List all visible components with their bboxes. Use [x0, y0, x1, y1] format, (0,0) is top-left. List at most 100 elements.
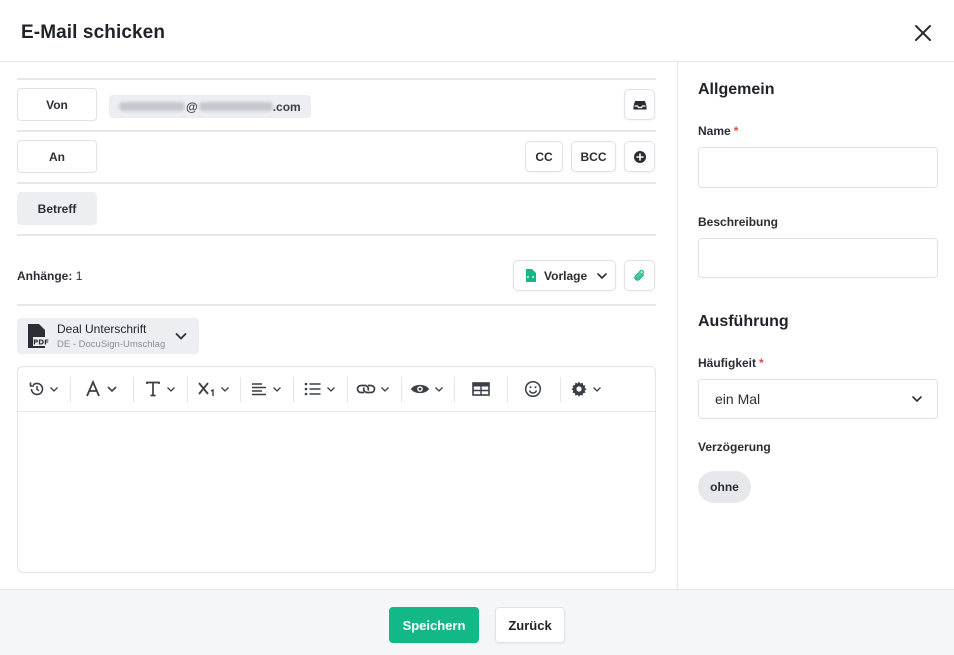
- align-menu[interactable]: [251, 376, 282, 402]
- chevron-down-icon: [593, 387, 601, 392]
- modal-header: E-Mail schicken: [0, 0, 954, 62]
- execution-section-title: Ausführung: [698, 313, 789, 330]
- divider: [17, 78, 656, 80]
- modal-title: E-Mail schicken: [21, 22, 166, 43]
- description-label: Beschreibung: [698, 215, 779, 229]
- attach-file-button[interactable]: [624, 260, 655, 291]
- font-color-icon: [86, 380, 100, 397]
- subscript-menu[interactable]: [197, 376, 230, 402]
- settings-icon: [571, 381, 587, 397]
- email-editor: [17, 366, 656, 573]
- attachments-label: Anhänge: 1: [17, 269, 82, 283]
- chevron-down-icon[interactable]: [174, 329, 188, 343]
- link-menu[interactable]: [356, 376, 390, 402]
- chevron-down-icon: [273, 387, 281, 392]
- list-icon: [304, 382, 321, 396]
- plus-circle-icon: [633, 150, 646, 163]
- from-button[interactable]: Von: [17, 88, 97, 121]
- add-recipient-button[interactable]: [624, 141, 655, 172]
- text-style-icon: [146, 381, 160, 397]
- toolbar-separator: [187, 377, 188, 402]
- delay-pill[interactable]: ohne: [698, 471, 751, 503]
- close-button[interactable]: [910, 20, 936, 46]
- chevron-down-icon: [912, 396, 922, 403]
- toolbar-separator: [401, 377, 402, 402]
- description-input[interactable]: [698, 238, 938, 278]
- template-label: Vorlage: [544, 268, 588, 283]
- toolbar-separator: [293, 377, 294, 402]
- modal-footer: Speichern Zurück: [0, 589, 954, 655]
- table-button[interactable]: [472, 376, 490, 402]
- attachment-subtitle: DE - DocuSign-Umschlag: [57, 339, 166, 350]
- to-button[interactable]: An: [17, 140, 97, 173]
- table-icon: [472, 382, 490, 396]
- frequency-label-text: Häufigkeit: [698, 356, 757, 370]
- frequency-select[interactable]: ein Mal: [698, 379, 938, 419]
- attachment-name: Deal Unterschrift: [57, 322, 147, 336]
- subject-button[interactable]: Betreff: [17, 192, 97, 225]
- frequency-label: Häufigkeit *: [698, 356, 764, 370]
- history-menu[interactable]: [28, 376, 59, 402]
- link-icon: [356, 384, 376, 394]
- preview-menu[interactable]: [410, 376, 444, 402]
- chevron-down-icon: [50, 387, 58, 392]
- font-color-menu[interactable]: [84, 376, 118, 402]
- toolbar-separator: [70, 377, 71, 402]
- toolbar-separator: [560, 377, 561, 402]
- template-file-icon: [526, 269, 536, 282]
- cc-button[interactable]: CC: [525, 141, 563, 172]
- name-label-text: Name: [698, 124, 731, 138]
- back-button[interactable]: Zurück: [495, 607, 565, 643]
- text-style-menu[interactable]: [144, 376, 176, 402]
- attachments-count: 1: [75, 269, 83, 283]
- template-dropdown-button[interactable]: Vorlage: [513, 260, 616, 291]
- chevron-down-icon: [221, 387, 229, 392]
- close-icon: [915, 25, 931, 41]
- save-button[interactable]: Speichern: [389, 607, 479, 643]
- chevron-down-icon: [107, 386, 117, 393]
- attachments-label-text: Anhänge:: [17, 269, 73, 283]
- preview-icon: [411, 384, 429, 394]
- pdf-file-icon: PDF: [28, 324, 49, 348]
- name-input[interactable]: [698, 147, 938, 188]
- toolbar-separator: [240, 377, 241, 402]
- toolbar-separator: [347, 377, 348, 402]
- chevron-down-icon: [435, 387, 443, 392]
- history-icon: [29, 382, 44, 396]
- required-marker: *: [733, 124, 739, 138]
- settings-menu[interactable]: [570, 376, 602, 402]
- editor-body[interactable]: [18, 413, 655, 572]
- toolbar-separator: [133, 377, 134, 402]
- email-modal: E-Mail schicken Von @ .com An CC BCC Bet…: [0, 0, 954, 655]
- pdf-file-type: PDF: [33, 339, 49, 347]
- delay-label: Verzögerung: [698, 440, 771, 454]
- divider: [17, 234, 656, 236]
- list-menu[interactable]: [304, 376, 336, 402]
- align-left-icon: [252, 383, 266, 396]
- chevron-down-icon: [327, 387, 335, 392]
- from-tld: .com: [272, 99, 301, 114]
- name-label: Name *: [698, 124, 738, 138]
- attachment-chip[interactable]: PDF Deal Unterschrift DE - DocuSign-Umsc…: [17, 318, 199, 354]
- bcc-button[interactable]: BCC: [571, 141, 616, 172]
- redacted-username: [119, 102, 185, 111]
- toolbar-separator: [454, 377, 455, 402]
- frequency-value: ein Mal: [715, 391, 761, 407]
- from-address-chip[interactable]: @ .com: [109, 95, 311, 118]
- from-at-sign: @: [186, 99, 198, 114]
- chevron-down-icon: [597, 272, 607, 279]
- chevron-down-icon: [381, 387, 389, 392]
- subscript-icon: [198, 382, 214, 396]
- settings-panel: Allgemein Name * Beschreibung Ausführung …: [677, 62, 954, 589]
- redacted-domain: [198, 102, 273, 111]
- emoji-button[interactable]: [524, 376, 542, 402]
- compose-panel: Von @ .com An CC BCC Betreff Anhänge: 1 …: [0, 62, 677, 589]
- required-marker: *: [759, 356, 764, 370]
- divider: [17, 304, 656, 306]
- toolbar-separator: [507, 377, 508, 402]
- chevron-down-icon: [167, 387, 175, 392]
- divider: [17, 182, 656, 184]
- divider: [17, 130, 656, 132]
- editor-toolbar: [18, 367, 655, 412]
- inbox-button[interactable]: [624, 89, 655, 120]
